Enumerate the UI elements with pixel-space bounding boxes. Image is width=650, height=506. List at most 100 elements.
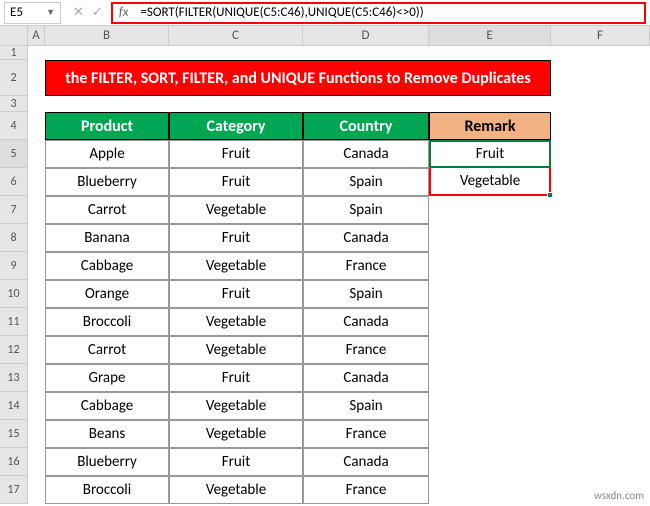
name-box[interactable]: E5 ▼ [4,2,61,24]
row-header[interactable]: 4 [0,112,28,140]
cell-product[interactable]: Apple [45,140,169,168]
cell-category[interactable]: Vegetable [169,336,303,364]
cell-country[interactable]: Canada [303,308,429,336]
fx-icon[interactable]: fx [111,2,135,24]
cell[interactable] [551,336,650,364]
cell-category[interactable]: Vegetable [169,420,303,448]
cell-category[interactable]: Fruit [169,140,303,168]
cell-product[interactable]: Broccoli [45,476,169,504]
row-header[interactable]: 9 [0,252,28,280]
header-remark[interactable]: Remark [429,112,551,140]
cell[interactable] [551,420,650,448]
row-header[interactable]: 8 [0,224,28,252]
cell-category[interactable]: Vegetable [169,308,303,336]
cell-product[interactable]: Grape [45,364,169,392]
cell[interactable] [429,308,551,336]
cell-country[interactable]: Canada [303,448,429,476]
header-country[interactable]: Country [303,112,429,140]
cell[interactable] [429,280,551,308]
cell-product[interactable]: Banana [45,224,169,252]
cell[interactable] [429,96,551,112]
cell-product[interactable]: Cabbage [45,392,169,420]
cell[interactable] [551,196,650,224]
cell[interactable] [551,448,650,476]
cell-country[interactable]: France [303,420,429,448]
select-all-corner[interactable] [0,26,28,45]
cell-country[interactable]: Spain [303,392,429,420]
cell[interactable] [551,392,650,420]
cell[interactable] [303,46,429,60]
cell-product[interactable]: Blueberry [45,168,169,196]
cell-country[interactable]: France [303,476,429,504]
cell-country[interactable]: France [303,336,429,364]
fill-handle[interactable] [547,192,553,198]
cell-category[interactable]: Fruit [169,168,303,196]
cell[interactable] [551,168,650,196]
header-product[interactable]: Product [45,112,169,140]
row-header[interactable]: 1 [0,46,28,60]
cell[interactable] [28,60,45,96]
row-header[interactable]: 17 [0,476,28,504]
cell[interactable] [28,252,45,280]
cell[interactable] [429,196,551,224]
cell-category[interactable]: Vegetable [169,476,303,504]
cell-category[interactable]: Fruit [169,364,303,392]
title-banner[interactable]: the FILTER, SORT, FILTER, and UNIQUE Fun… [45,60,551,96]
cell[interactable] [28,476,45,504]
row-header[interactable]: 5 [0,140,28,168]
cell[interactable] [551,224,650,252]
cell[interactable] [551,46,650,60]
cell[interactable] [28,112,45,140]
cell-country[interactable]: Spain [303,196,429,224]
cell[interactable] [28,448,45,476]
cell-category[interactable]: Fruit [169,280,303,308]
cell[interactable] [169,46,303,60]
cell[interactable] [28,308,45,336]
col-header-b[interactable]: B [45,26,169,45]
cell[interactable] [551,252,650,280]
cell-country[interactable]: Spain [303,280,429,308]
cancel-icon[interactable]: ✕ [73,5,84,20]
cell[interactable] [28,336,45,364]
check-icon[interactable]: ✓ [92,5,103,20]
cell[interactable] [28,196,45,224]
cell[interactable] [303,96,429,112]
cell-country[interactable]: Canada [303,364,429,392]
cell[interactable] [429,252,551,280]
cell-country[interactable]: Canada [303,224,429,252]
row-header[interactable]: 7 [0,196,28,224]
row-header[interactable]: 11 [0,308,28,336]
cell-product[interactable]: Carrot [45,336,169,364]
cell[interactable] [551,308,650,336]
col-header-f[interactable]: F [551,26,650,45]
cell[interactable] [28,224,45,252]
cell-remark-active[interactable]: Fruit [429,140,551,168]
cell[interactable] [429,476,551,504]
cell-product[interactable]: Blueberry [45,448,169,476]
cell-remark[interactable]: Vegetable [429,168,551,196]
row-header[interactable]: 16 [0,448,28,476]
row-header[interactable]: 2 [0,60,28,96]
row-header[interactable]: 6 [0,168,28,196]
cell[interactable] [28,46,45,60]
header-category[interactable]: Category [169,112,303,140]
cell[interactable] [429,420,551,448]
cell[interactable] [28,392,45,420]
col-header-a[interactable]: A [28,26,45,45]
cell[interactable] [551,96,650,112]
cell-category[interactable]: Vegetable [169,196,303,224]
cell-product[interactable]: Broccoli [45,308,169,336]
row-header[interactable]: 14 [0,392,28,420]
col-header-d[interactable]: D [303,26,429,45]
cell[interactable] [429,46,551,60]
chevron-down-icon[interactable]: ▼ [46,7,55,18]
cell[interactable] [28,140,45,168]
cell[interactable] [429,392,551,420]
cell[interactable] [28,96,45,112]
col-header-c[interactable]: C [169,26,303,45]
row-header[interactable]: 13 [0,364,28,392]
cell[interactable] [429,336,551,364]
cell[interactable] [45,96,169,112]
cell-product[interactable]: Orange [45,280,169,308]
cell[interactable] [429,448,551,476]
